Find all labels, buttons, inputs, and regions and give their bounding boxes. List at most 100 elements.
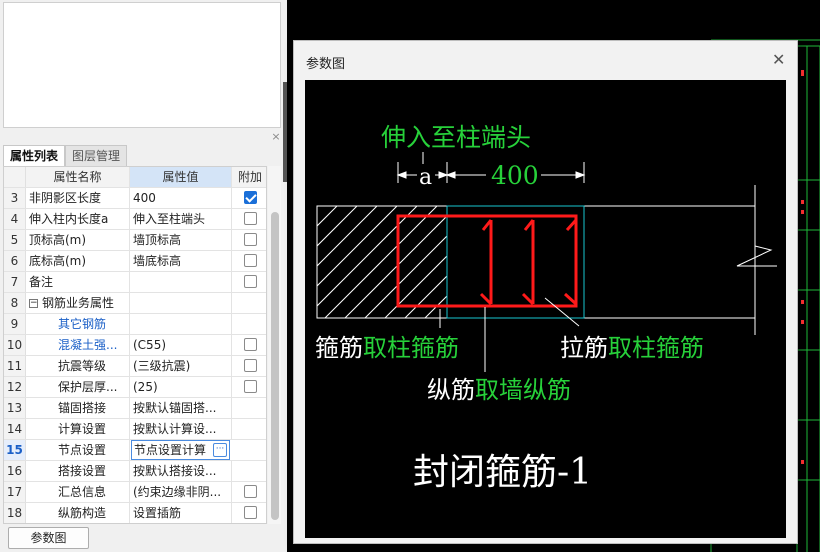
attach-cell <box>232 482 266 502</box>
attach-cell <box>232 230 266 250</box>
property-value[interactable]: 400 <box>130 188 232 208</box>
attach-cell <box>232 503 266 523</box>
property-name: 伸入柱内长度a <box>26 209 130 229</box>
table-row[interactable]: 6 底标高(m) 墙底标高 <box>4 251 266 272</box>
property-name-text: 顶标高(m) <box>29 233 87 247</box>
property-value: 节点设置计算 <box>134 443 207 457</box>
property-name: 汇总信息 <box>26 482 130 502</box>
property-name-text: 其它钢筋 <box>58 317 107 331</box>
table-row[interactable]: 3 非阴影区长度 400 <box>4 188 266 209</box>
property-value[interactable]: 伸入至柱端头 <box>130 209 232 229</box>
attach-cell <box>232 209 266 229</box>
property-value[interactable]: 墙顶标高 <box>130 230 232 250</box>
parameter-diagram-dialog: 参数图 ✕ 伸入至柱端头 a 400 箍筋取柱箍筋 拉筋取柱箍筋 纵筋取墙纵筋 … <box>293 40 798 544</box>
property-value[interactable]: 墙底标高 <box>130 251 232 271</box>
property-value[interactable]: 设置插筋 <box>130 503 232 523</box>
property-name: 保护层厚... <box>26 377 130 397</box>
property-name: 底标高(m) <box>26 251 130 271</box>
attach-checkbox[interactable] <box>244 212 257 225</box>
property-value[interactable]: (三级抗震) <box>130 356 232 376</box>
panel-close-icon[interactable]: × <box>270 131 282 143</box>
table-row[interactable]: 15 节点设置 节点设置计算 ··· <box>4 440 266 461</box>
leader-lines <box>439 297 580 372</box>
attach-cell <box>232 356 266 376</box>
row-number: 6 <box>4 251 26 271</box>
table-row[interactable]: 17 汇总信息 (约束边缘非阴... <box>4 482 266 503</box>
row-number: 8 <box>4 293 26 313</box>
table-row[interactable]: 4 伸入柱内长度a 伸入至柱端头 <box>4 209 266 230</box>
header-name: 属性名称 <box>26 167 130 187</box>
attach-checkbox[interactable] <box>244 275 257 288</box>
table-row[interactable]: 16 搭接设置 按默认搭接设... <box>4 461 266 482</box>
label-dim-400: 400 <box>491 161 539 190</box>
non-shadow-region <box>446 205 585 319</box>
row-number: 13 <box>4 398 26 418</box>
closed-stirrup <box>396 214 578 308</box>
attach-checkbox[interactable] <box>244 380 257 393</box>
property-name-text: 底标高(m) <box>29 254 87 268</box>
property-name: − 钢筋业务属性 <box>26 293 130 313</box>
collapse-icon[interactable]: − <box>29 299 38 308</box>
table-row[interactable]: 18 纵筋构造 设置插筋 <box>4 503 266 523</box>
property-name: 其它钢筋 <box>26 314 130 334</box>
attach-cell <box>232 251 266 271</box>
property-name-text: 混凝土强... <box>58 338 118 352</box>
grid-scrollbar-thumb[interactable] <box>271 212 279 520</box>
preview-area <box>3 2 281 128</box>
property-name: 纵筋构造 <box>26 503 130 523</box>
table-row[interactable]: 9 其它钢筋 <box>4 314 266 335</box>
close-icon[interactable]: ✕ <box>772 52 785 68</box>
property-value[interactable]: 按默认搭接设... <box>130 461 232 481</box>
property-name: 抗震等级 <box>26 356 130 376</box>
property-value[interactable]: (约束边缘非阴... <box>130 482 232 502</box>
table-row[interactable]: 7 备注 <box>4 272 266 293</box>
tab-property-list[interactable]: 属性列表 <box>3 145 66 166</box>
attach-checkbox[interactable] <box>244 233 257 246</box>
property-value[interactable] <box>130 293 232 313</box>
table-row[interactable]: 8− 钢筋业务属性 <box>4 293 266 314</box>
attach-checkbox[interactable] <box>244 254 257 267</box>
row-number: 11 <box>4 356 26 376</box>
property-panel: × 属性列表 图层管理 属性名称 属性值 附加 3 非阴影区长度 400 4 伸入柱内长… <box>0 0 287 552</box>
table-row[interactable]: 5 顶标高(m) 墙顶标高 <box>4 230 266 251</box>
attach-checkbox[interactable] <box>244 191 257 204</box>
property-value[interactable]: (25) <box>130 377 232 397</box>
property-name: 锚固搭接 <box>26 398 130 418</box>
table-row[interactable]: 13 锚固搭接 按默认锚固搭... <box>4 398 266 419</box>
attach-checkbox[interactable] <box>244 506 257 519</box>
wall-outline <box>447 185 777 335</box>
table-row[interactable]: 14 计算设置 按默认计算设... <box>4 419 266 440</box>
property-name-text: 纵筋构造 <box>58 506 107 520</box>
table-row[interactable]: 12 保护层厚... (25) <box>4 377 266 398</box>
attach-cell <box>232 377 266 397</box>
property-grid: 属性名称 属性值 附加 3 非阴影区长度 400 4 伸入柱内长度a 伸入至柱端头 5 顶标高… <box>3 166 267 524</box>
hatched-column <box>316 205 448 319</box>
label-stirrup: 箍筋取柱箍筋 <box>315 334 459 362</box>
property-name-text: 抗震等级 <box>58 359 107 373</box>
row-number: 14 <box>4 419 26 439</box>
table-row[interactable]: 11 抗震等级 (三级抗震) <box>4 356 266 377</box>
property-value-editor[interactable]: 节点设置计算 ··· <box>131 440 230 460</box>
tab-layer-management[interactable]: 图层管理 <box>65 145 128 166</box>
property-value[interactable] <box>130 272 232 292</box>
property-name-text: 钢筋业务属性 <box>42 296 115 310</box>
property-value[interactable]: 按默认锚固搭... <box>130 398 232 418</box>
attach-cell <box>232 272 266 292</box>
attach-cell <box>232 293 266 313</box>
label-tie-bar: 拉筋取柱箍筋 <box>560 334 704 362</box>
row-number: 12 <box>4 377 26 397</box>
property-value[interactable] <box>130 314 232 334</box>
property-name: 混凝土强... <box>26 335 130 355</box>
property-value[interactable]: 按默认计算设... <box>130 419 232 439</box>
property-name: 备注 <box>26 272 130 292</box>
more-options-icon[interactable]: ··· <box>213 443 227 457</box>
attach-checkbox[interactable] <box>244 485 257 498</box>
attach-checkbox[interactable] <box>244 338 257 351</box>
attach-cell <box>232 335 266 355</box>
row-number: 3 <box>4 188 26 208</box>
table-row[interactable]: 10 混凝土强... (C55) <box>4 335 266 356</box>
attach-checkbox[interactable] <box>244 359 257 372</box>
property-value[interactable]: (C55) <box>130 335 232 355</box>
property-name-text: 节点设置 <box>58 443 107 457</box>
parameter-diagram-button[interactable]: 参数图 <box>8 527 89 549</box>
